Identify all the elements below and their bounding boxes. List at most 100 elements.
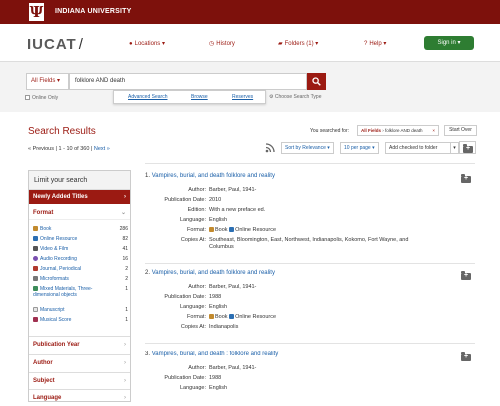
pub-date-value: 2010 — [209, 197, 222, 203]
copies-at-value: Indianapolis — [209, 324, 239, 330]
search-icon — [312, 77, 321, 86]
format-value: Book Online Resource — [209, 314, 459, 321]
copies-at-label: Copies At: — [180, 324, 206, 330]
result-title-link[interactable]: 3. Vampires, burial, and death : folklor… — [145, 351, 278, 357]
language-value: English — [209, 304, 228, 310]
sign-in-button[interactable]: Sign in ▾ — [424, 36, 474, 50]
university-header: Ψ INDIANA UNIVERSITY — [0, 0, 500, 24]
author-value: Barber, Paul, 1941- — [209, 187, 257, 193]
chevron-right-icon: › — [124, 378, 126, 384]
nav-help[interactable]: ? Help ▾ — [364, 40, 386, 47]
format-item-video-film[interactable]: Video & Film 41 — [33, 246, 128, 252]
divider — [145, 343, 475, 344]
page-title: Search Results — [28, 126, 96, 137]
chevron-right-icon: › — [124, 360, 126, 366]
sort-dropdown[interactable]: Sort by Relevance ▾ — [281, 142, 334, 154]
folder-add-icon — [463, 144, 473, 154]
folder-add-icon — [461, 174, 471, 184]
result-title-link[interactable]: 2. Vampires, burial, and death folklore … — [145, 270, 275, 276]
facet-author[interactable]: Author › — [29, 354, 130, 370]
chevron-down-icon: ⌄ — [120, 210, 126, 216]
musical-score-icon — [33, 317, 38, 322]
pub-date-value: 1988 — [209, 294, 222, 300]
format-item-journal[interactable]: Journal, Periodical 2 — [33, 266, 128, 272]
nav-locations[interactable]: ● Locations ▾ — [129, 40, 165, 47]
audio-icon — [33, 256, 38, 261]
nav-folders[interactable]: ▰ Folders (1) ▾ — [278, 40, 318, 47]
reserves-link[interactable]: Reserves — [232, 94, 253, 100]
help-icon: ? — [364, 41, 368, 47]
book-icon — [209, 227, 214, 232]
microformat-icon — [33, 276, 38, 281]
author-label: Author: — [188, 365, 206, 371]
result-range: 1 - 10 of 360 — [58, 146, 90, 152]
advanced-search-link[interactable]: Advanced Search — [128, 94, 167, 100]
add-to-folder-button[interactable] — [459, 141, 476, 154]
checkbox-box[interactable] — [25, 95, 30, 101]
facet-newly-added[interactable]: Newly Added Titles › — [29, 190, 130, 204]
facet-language[interactable]: Language › — [29, 389, 130, 405]
format-count-mixed: 1 — [125, 286, 128, 292]
language-value: English — [209, 385, 228, 391]
film-icon — [33, 246, 38, 251]
format-item-manuscript[interactable]: Manuscript 1 — [33, 307, 128, 313]
language-label: Language: — [180, 385, 206, 391]
author-label: Author: — [188, 284, 206, 290]
result-title-link[interactable]: 1. Vampires, burial, and death folklore … — [145, 173, 275, 179]
you-searched-for-label: You searched for: — [310, 128, 350, 134]
iu-trident-logo[interactable]: Ψ — [29, 3, 44, 21]
author-label: Author: — [188, 187, 206, 193]
add-checked-to-folder-button[interactable]: Add checked to folder — [385, 142, 451, 154]
journal-icon — [33, 266, 38, 271]
iucat-brand[interactable]: IUCAT / — [27, 36, 84, 53]
format-item-online-resource[interactable]: Online Resource 82 — [33, 236, 128, 242]
pub-date-value: 1988 — [209, 375, 222, 381]
edition-value: With a new preface ed. — [209, 207, 266, 213]
mixed-materials-icon — [33, 286, 38, 291]
online-resource-icon — [229, 227, 235, 232]
format-item-book[interactable]: Book 286 — [33, 226, 128, 232]
search-type-menu: Advanced Search Browse Reserves — [113, 90, 266, 104]
search-button[interactable] — [307, 73, 326, 90]
format-item-musical-score[interactable]: Musical Score 1 — [33, 317, 128, 323]
gear-icon: ⚙ — [269, 94, 274, 100]
book-icon — [33, 226, 38, 231]
chevron-right-icon: › — [124, 194, 126, 200]
format-item-microformats[interactable]: Microformats 2 — [33, 276, 128, 282]
remove-constraint-icon[interactable]: × — [432, 126, 435, 135]
result-item: 3. Vampires, burial, and death : folklor… — [145, 351, 475, 400]
search-input[interactable]: folklore AND death — [69, 73, 307, 90]
university-name[interactable]: INDIANA UNIVERSITY — [55, 8, 131, 15]
facet-subject[interactable]: Subject › — [29, 372, 130, 388]
chevron-right-icon: › — [124, 342, 126, 348]
author-value: Barber, Paul, 1941- — [209, 284, 257, 290]
online-only-checkbox[interactable]: Online Only — [25, 95, 58, 101]
search-field-select[interactable]: All Fields ▾ — [26, 73, 69, 90]
format-item-mixed-materials[interactable]: Mixed Materials, Three-dimensional objec… — [33, 286, 108, 298]
format-label: Format: — [187, 314, 206, 320]
clock-icon: ◷ — [209, 41, 215, 47]
choose-search-type[interactable]: ⚙ Choose Search Type — [269, 94, 321, 100]
facet-format-toggle[interactable]: Format ⌄ — [29, 206, 130, 220]
facet-publication-year[interactable]: Publication Year › — [29, 336, 130, 352]
result-item: 2. Vampires, burial, and death folklore … — [145, 270, 475, 340]
per-page-dropdown[interactable]: 10 per page ▾ — [340, 142, 379, 154]
next-link[interactable]: Next » — [94, 146, 110, 152]
browse-link[interactable]: Browse — [191, 94, 208, 100]
search-constraint-chip[interactable]: All Fields › folklore AND death × — [357, 125, 439, 136]
pub-date-label: Publication Date: — [164, 197, 206, 203]
chevron-right-icon: › — [124, 395, 126, 401]
edition-label: Edition: — [187, 207, 206, 213]
result-item: 1. Vampires, burial, and death folklore … — [145, 173, 475, 263]
language-label: Language: — [180, 304, 206, 310]
format-item-audio-recording[interactable]: Audio Recording 16 — [33, 256, 128, 262]
rss-icon[interactable] — [265, 143, 275, 153]
map-marker-icon: ● — [129, 41, 133, 47]
author-value: Barber, Paul, 1941- — [209, 365, 257, 371]
previous-link[interactable]: « Previous — [28, 146, 54, 152]
start-over-button[interactable]: Start Over — [444, 125, 477, 136]
add-checked-caret[interactable]: ▾ — [450, 142, 459, 154]
nav-history[interactable]: ◷ History — [209, 40, 235, 47]
language-label: Language: — [180, 217, 206, 223]
pagination: « Previous | 1 - 10 of 360 | Next » — [28, 146, 110, 152]
